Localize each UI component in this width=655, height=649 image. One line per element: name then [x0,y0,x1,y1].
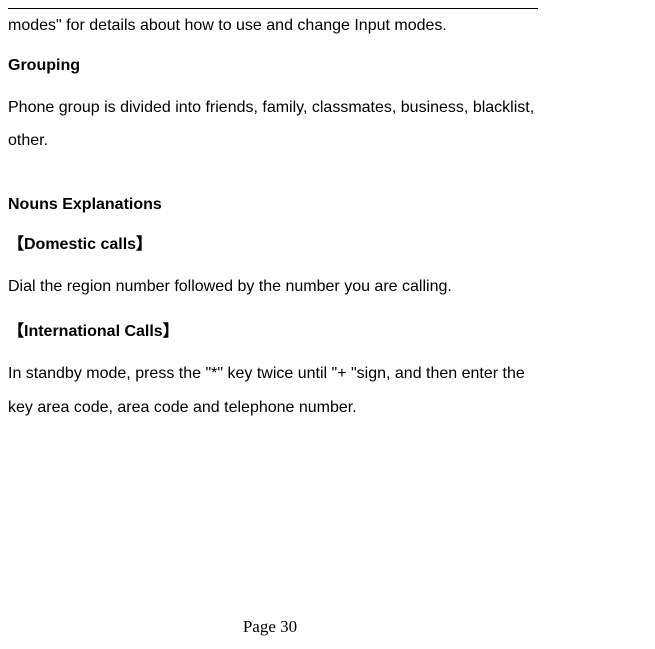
grouping-heading: Grouping [8,57,540,75]
international-calls-label: 【International Calls】 [8,317,540,341]
nouns-heading: Nouns Explanations [8,196,540,214]
grouping-body: Phone group is divided into friends, fam… [8,91,540,158]
domestic-calls-body: Dial the region number followed by the n… [8,270,540,304]
international-calls-body: In standby mode, press the "*" key twice… [8,357,540,424]
document-page: modes" for details about how to use and … [0,0,540,425]
domestic-calls-label: 【Domestic calls】 [8,230,540,254]
page-number: Page 30 [0,617,540,637]
section-spacer [8,172,540,190]
continuation-paragraph: modes" for details about how to use and … [8,9,540,43]
